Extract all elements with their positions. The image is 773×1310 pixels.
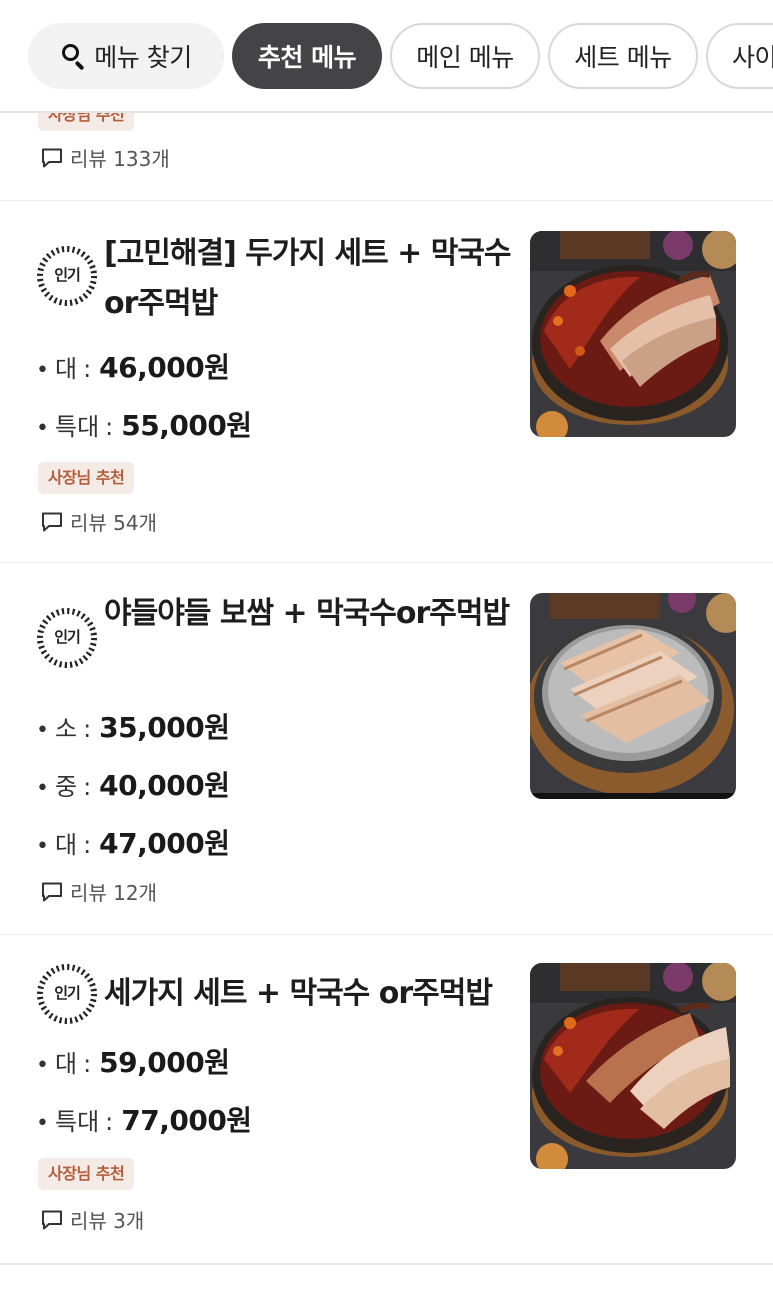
comment-icon bbox=[42, 1210, 62, 1229]
owner-recommend-badge: 사장님 추천 bbox=[38, 113, 135, 131]
price-row: • 대:46,000원 bbox=[36, 351, 230, 384]
price-row: • 대:47,000원 bbox=[36, 827, 230, 860]
popular-badge: 인기 bbox=[36, 245, 98, 307]
owner-recommend-badge: 사장님 추천 bbox=[38, 462, 135, 494]
comment-icon bbox=[42, 882, 62, 901]
price-row: • 중:40,000원 bbox=[36, 769, 230, 802]
review-count: 리뷰 12개 bbox=[40, 877, 157, 906]
menu-photo[interactable] bbox=[530, 231, 736, 437]
popular-badge: 인기 bbox=[36, 607, 98, 669]
price-row: • 소:35,000원 bbox=[36, 711, 230, 744]
comment-icon bbox=[42, 148, 62, 167]
menu-search-label: 메뉴 찾기 bbox=[94, 42, 192, 72]
menu-item[interactable]: 인기 [고민해결] 두가지 세트 + 막국수or주먹밥 • 대:46,000원 •… bbox=[0, 201, 773, 563]
menu-filter-bar: 메뉴 찾기 추천 메뉴 메인 메뉴 세트 메뉴 사이 bbox=[0, 0, 773, 113]
comment-icon bbox=[42, 512, 62, 531]
menu-search-button[interactable]: 메뉴 찾기 bbox=[28, 22, 224, 89]
menu-title: 야들야들 보쌈 + 막국수or주먹밥 bbox=[104, 596, 510, 631]
price-row: • 특대:55,000원 bbox=[36, 409, 252, 442]
search-icon bbox=[60, 43, 86, 70]
menu-list: 사장님 추천 리뷰 133개 인기 [고민해결] 두가지 세트 + 막국수or주… bbox=[0, 113, 773, 1265]
menu-title: 세가지 세트 + 막국수 or주먹밥 bbox=[104, 976, 493, 1011]
menu-item[interactable]: 인기 야들야들 보쌈 + 막국수or주먹밥 • 소:35,000원 • 중:40,0… bbox=[0, 563, 773, 935]
owner-recommend-badge: 사장님 추천 bbox=[38, 1158, 135, 1190]
triple-set-photo bbox=[530, 963, 736, 1169]
menu-item-partial[interactable]: 사장님 추천 리뷰 133개 bbox=[0, 113, 773, 201]
tab-side-menu[interactable]: 사이 bbox=[706, 22, 773, 89]
tab-set-menu[interactable]: 세트 메뉴 bbox=[548, 22, 698, 89]
menu-photo[interactable] bbox=[530, 593, 736, 799]
bossam-photo bbox=[530, 593, 736, 799]
review-count: 리뷰 54개 bbox=[40, 507, 157, 536]
menu-title: [고민해결] 두가지 세트 + 막국수or주먹밥 bbox=[104, 236, 512, 321]
menu-item[interactable]: 인기 세가지 세트 + 막국수 or주먹밥 • 대:59,000원 • 특대:77,… bbox=[0, 935, 773, 1265]
review-count: 리뷰 3개 bbox=[40, 1205, 144, 1234]
menu-photo[interactable] bbox=[530, 963, 736, 1169]
tab-main-menu[interactable]: 메인 메뉴 bbox=[390, 22, 540, 89]
review-count-text: 리뷰 54개 bbox=[70, 511, 158, 535]
review-count-text: 리뷰 3개 bbox=[70, 1209, 145, 1233]
popular-badge: 인기 bbox=[36, 963, 98, 1025]
pork-combo-photo bbox=[530, 231, 736, 437]
tab-recommended-menu[interactable]: 추천 메뉴 bbox=[232, 22, 382, 89]
price-row: • 특대:77,000원 bbox=[36, 1104, 252, 1137]
review-count-text: 리뷰 133개 bbox=[70, 147, 170, 171]
review-count: 리뷰 133개 bbox=[40, 143, 170, 172]
price-row: • 대:59,000원 bbox=[36, 1046, 230, 1079]
review-count-text: 리뷰 12개 bbox=[70, 881, 158, 905]
